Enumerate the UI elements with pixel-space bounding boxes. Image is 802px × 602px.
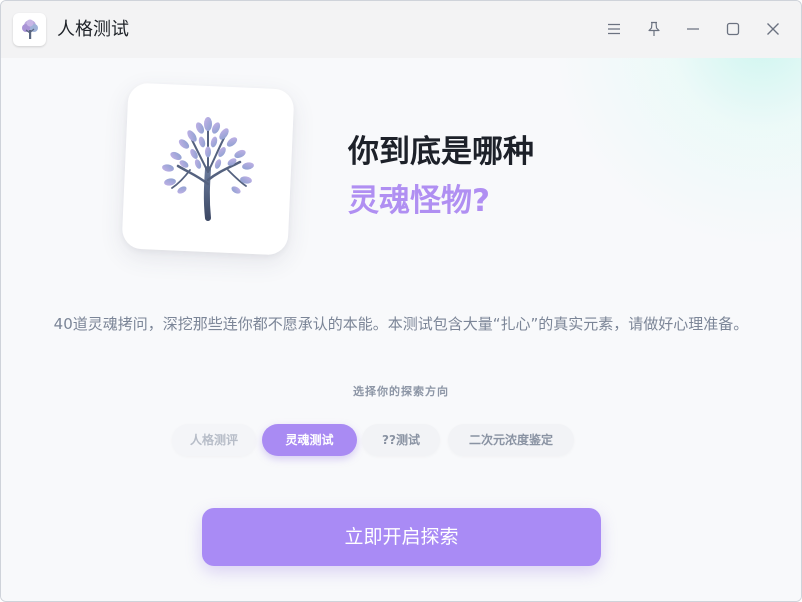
menu-icon[interactable] [602, 17, 626, 41]
headline-line-1: 你到底是哪种 [348, 134, 534, 170]
minimize-icon[interactable] [681, 17, 705, 41]
maximize-icon[interactable] [721, 17, 745, 41]
direction-label: 选择你的探索方向 [353, 385, 449, 398]
test-description: 40道灵魂拷问，深挖那些连你都不愿承认的本能。本测试包含大量“扎心”的真实元素，… [53, 315, 749, 333]
window-title: 人格测试 [57, 19, 129, 40]
close-icon[interactable] [761, 17, 785, 41]
option-anime-level-test[interactable]: 二次元浓度鉴定 [448, 424, 574, 456]
option-soul-test[interactable]: 灵魂测试 [262, 424, 357, 456]
tree-icon [162, 117, 254, 222]
option-personality-assessment[interactable]: 人格测评 [172, 424, 256, 456]
main-content: 你到底是哪种 灵魂怪物? 40道灵魂拷问，深挖那些连你都不愿承认的本能。本测试包… [1, 58, 801, 601]
headline-line-2: 灵魂怪物? [348, 183, 490, 219]
start-exploring-button[interactable]: 立即开启探索 [202, 508, 601, 566]
pin-icon[interactable] [642, 17, 666, 41]
tree-icon [13, 13, 46, 46]
app-window: 人格测试 你到底是哪种 灵魂怪物? 40道灵魂拷问，深挖那些连你都不愿承认的本能… [0, 0, 802, 602]
direction-options: 人格测评 灵魂测试 ??测试 二次元浓度鉴定 [1, 424, 801, 456]
title-bar[interactable]: 人格测试 [1, 1, 801, 58]
hero-card [121, 82, 295, 256]
option-mystery-test[interactable]: ??测试 [362, 424, 440, 456]
